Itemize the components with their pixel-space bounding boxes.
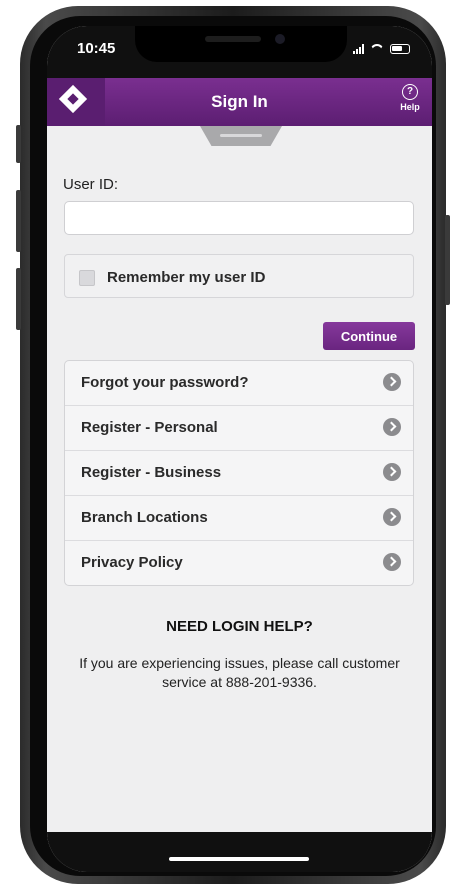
status-time: 10:45 xyxy=(77,40,116,57)
speaker xyxy=(205,36,261,42)
menu-item-branch-locations[interactable]: Branch Locations xyxy=(65,496,413,541)
continue-button[interactable]: Continue xyxy=(323,322,415,350)
volume-down-button xyxy=(16,268,21,330)
menu-item-privacy-policy[interactable]: Privacy Policy xyxy=(65,541,413,585)
battery-icon xyxy=(390,44,410,54)
bottom-bar xyxy=(47,832,432,872)
login-help-text: If you are experiencing issues, please c… xyxy=(79,655,400,690)
chevron-right-icon xyxy=(383,418,401,436)
links-menu: Forgot your password? Register - Persona… xyxy=(64,360,414,586)
menu-item-label: Register - Personal xyxy=(81,419,218,436)
menu-item-register-personal[interactable]: Register - Personal xyxy=(65,406,413,451)
mute-switch xyxy=(16,125,21,163)
menu-item-register-business[interactable]: Register - Business xyxy=(65,451,413,496)
volume-up-button xyxy=(16,190,21,252)
menu-item-label: Forgot your password? xyxy=(81,374,249,391)
chevron-right-icon xyxy=(383,553,401,571)
help-button[interactable]: ? Help xyxy=(394,84,426,112)
login-help-heading: NEED LOGIN HELP? xyxy=(166,618,313,635)
status-bar: 10:45 xyxy=(47,26,432,78)
help-label: Help xyxy=(400,102,420,112)
notch xyxy=(135,26,347,62)
userid-label: User ID: xyxy=(63,176,119,193)
chevron-right-icon xyxy=(383,373,401,391)
home-indicator[interactable] xyxy=(169,857,309,861)
signal-icon xyxy=(353,44,364,54)
chevron-right-icon xyxy=(383,463,401,481)
camera xyxy=(275,34,285,44)
remember-checkbox[interactable] xyxy=(79,270,95,286)
question-circle-icon: ? xyxy=(402,84,418,100)
chevron-right-icon xyxy=(383,508,401,526)
drawer-handle[interactable] xyxy=(200,126,282,146)
app-header: Sign In ? Help xyxy=(47,78,432,126)
screen: 10:45 Sign In ? Help User ID: Remember m… xyxy=(47,26,432,872)
remember-userid-row[interactable]: Remember my user ID xyxy=(64,254,414,298)
status-icons xyxy=(353,43,410,55)
menu-item-label: Branch Locations xyxy=(81,509,208,526)
wifi-icon xyxy=(370,44,384,54)
userid-input[interactable] xyxy=(64,201,414,235)
power-button xyxy=(445,215,450,305)
remember-label: Remember my user ID xyxy=(107,269,266,286)
menu-item-forgot-password[interactable]: Forgot your password? xyxy=(65,361,413,406)
page-title: Sign In xyxy=(211,92,268,111)
menu-item-label: Privacy Policy xyxy=(81,554,183,571)
menu-item-label: Register - Business xyxy=(81,464,222,481)
